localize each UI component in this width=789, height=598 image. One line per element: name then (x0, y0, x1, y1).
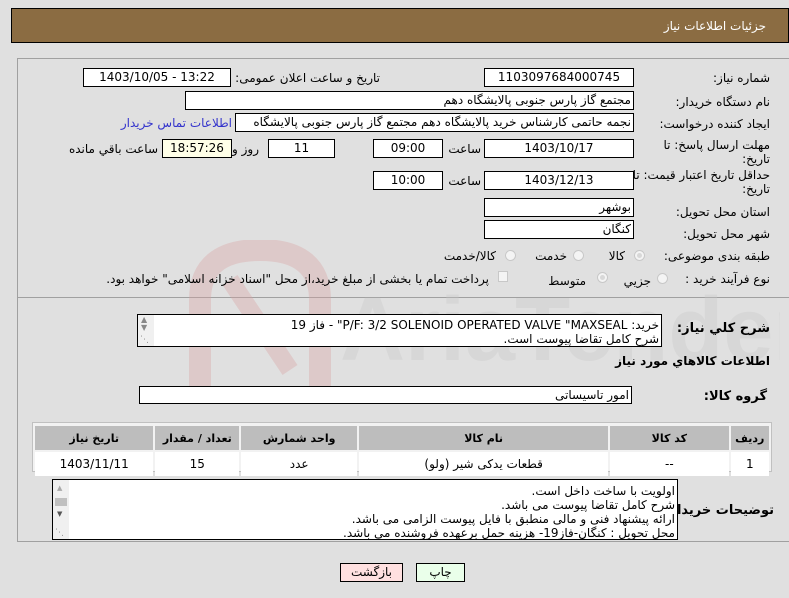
description-label: شرح كلي نياز: (676, 321, 770, 336)
deadline-date-field[interactable]: 1403/10/17 (484, 139, 634, 158)
time-remaining-label: ساعت باقي مانده (68, 142, 158, 156)
cell-code: -- (610, 452, 729, 476)
buyer-notes-scrollbar[interactable]: ▲ ▼ ⋱ (53, 480, 69, 539)
days-remaining-field[interactable]: 11 (268, 139, 335, 158)
category-label: طبقه بندی موضوعی: (663, 249, 770, 263)
scroll-down-icon[interactable]: ▼ (57, 510, 62, 518)
description-line-1: خرید: P/F: 3/2 SOLENOID OPERATED VALVE "… (290, 318, 659, 332)
items-section-title: اطلاعات كالاهاي مورد نياز (615, 354, 770, 368)
validity-label-1: حداقل تاریخ اعتبار قیمت: تا (632, 168, 770, 182)
items-table-header: ردیف کد کالا نام کالا واحد شمارش تعداد /… (35, 426, 769, 450)
scroll-thumb[interactable] (55, 498, 67, 506)
col-row: ردیف (730, 426, 769, 450)
city-label: شهر محل تحویل: (683, 227, 770, 241)
goods-group-field[interactable]: امور تاسیساتی (139, 386, 632, 404)
page-header: جزئیات اطلاعات نیاز (11, 8, 789, 43)
print-button[interactable]: چاپ (416, 563, 465, 582)
category-option-service: خدمت (535, 249, 567, 263)
purchase-type-option-medium: متوسط (548, 274, 586, 288)
purchase-type-label: نوع فرآیند خرید : (685, 272, 770, 286)
category-radio-goods[interactable] (634, 250, 645, 261)
validity-time-label: ساعت (448, 174, 481, 188)
province-field[interactable]: بوشهر (484, 198, 634, 217)
buyer-notes-line: شرح کامل تقاضا پیوست می باشد. (501, 498, 675, 512)
col-name: نام کالا (359, 426, 609, 450)
scroll-up-down-icon[interactable]: ▲ ▼ (141, 316, 147, 332)
buyer-notes-line: ارائه پیشنهاد فنی و مالی منطبق با فایل پ… (351, 512, 675, 526)
requester-field[interactable]: نجمه حاتمی کارشناس خرید پالایشگاه دهم مج… (235, 113, 634, 132)
buyer-org-label: نام دستگاه خریدار: (675, 95, 771, 109)
page-title: جزئیات اطلاعات نیاز (663, 19, 766, 33)
purchase-type-radio-minor[interactable] (657, 273, 668, 284)
resize-grip-icon[interactable]: ⋱ (55, 528, 64, 538)
days-label: روز و (232, 142, 259, 156)
buyer-notes-label: توضیحات خریدار: (664, 503, 774, 518)
announce-label: تاریخ و ساعت اعلان عمومی: (235, 71, 380, 85)
table-row[interactable]: 1 -- قطعات یدکی شیر (ولو) عدد 15 1403/11… (35, 452, 769, 476)
purchase-type-option-minor: جزیي (623, 274, 651, 288)
buyer-notes-textarea[interactable]: ▲ ▼ ⋱ اولویت با ساخت داخل است. شرح کامل … (52, 479, 678, 540)
category-radio-goods-service[interactable] (505, 250, 516, 261)
city-field[interactable]: کنگان (484, 220, 634, 239)
category-option-goods-service: کالا/خدمت (443, 249, 496, 263)
need-number-field[interactable]: 1103097684000745 (484, 68, 634, 87)
deadline-time-label: ساعت (448, 142, 481, 156)
time-remaining-field[interactable]: 18:57:26 (162, 139, 232, 158)
description-text: خرید: P/F: 3/2 SOLENOID OPERATED VALVE "… (291, 318, 659, 346)
resize-grip-icon[interactable]: ⋱ (140, 335, 149, 345)
need-number-label: شماره نیاز: (713, 71, 770, 85)
cell-name: قطعات یدکی شیر (ولو) (359, 452, 609, 476)
treasury-payment-checkbox[interactable] (498, 271, 508, 282)
deadline-label-2: تاریخ: (742, 152, 770, 166)
deadline-time-field[interactable]: 09:00 (373, 139, 443, 158)
items-table: ردیف کد کالا نام کالا واحد شمارش تعداد /… (33, 424, 771, 478)
validity-time-field[interactable]: 10:00 (373, 171, 443, 190)
goods-group-label: گروه کالا: (703, 389, 767, 404)
buyer-notes-line: محل تحویل : کنگان-فاز19- هزینه حمل برعهد… (343, 526, 675, 540)
cell-date: 1403/11/11 (35, 452, 154, 476)
category-radio-service[interactable] (573, 250, 584, 261)
scroll-up-icon[interactable]: ▲ (57, 484, 62, 492)
buyer-notes-line: اولویت با ساخت داخل است. (531, 484, 675, 498)
col-unit: واحد شمارش (241, 426, 358, 450)
col-qty: تعداد / مقدار (155, 426, 240, 450)
cell-unit: عدد (241, 452, 358, 476)
description-line-2: شرح کامل تقاضا پیوست است. (503, 332, 659, 346)
province-label: استان محل تحویل: (675, 205, 770, 219)
validity-date-field[interactable]: 1403/12/13 (484, 171, 634, 190)
validity-label-2: تاریخ: (742, 182, 770, 196)
buyer-org-field[interactable]: مجتمع گاز پارس جنوبی پالایشگاه دهم (185, 91, 634, 110)
deadline-label-1: مهلت ارسال پاسخ: تا (663, 138, 770, 152)
announce-field[interactable]: 1403/10/05 - 13:22 (83, 68, 231, 87)
category-option-goods: کالا (608, 249, 625, 263)
col-code: کد کالا (610, 426, 729, 450)
description-textarea[interactable]: ▲ ▼ ⋱ خرید: P/F: 3/2 SOLENOID OPERATED VA… (137, 314, 662, 347)
buyer-contact-link[interactable]: اطلاعات تماس خریدار (121, 116, 232, 130)
col-date: تاریخ نیاز (35, 426, 154, 450)
treasury-payment-note: پرداخت تمام یا بخشی از مبلغ خرید،از محل … (106, 272, 489, 286)
purchase-type-radio-medium[interactable] (597, 272, 608, 283)
description-scrollbar[interactable]: ▲ ▼ ⋱ (138, 315, 154, 346)
buyer-notes-text: اولویت با ساخت داخل است. شرح کامل تقاضا … (343, 484, 675, 540)
back-button[interactable]: بازگشت (340, 563, 403, 582)
cell-qty: 15 (155, 452, 240, 476)
cell-row: 1 (730, 452, 769, 476)
requester-label: ایجاد کننده درخواست: (659, 117, 770, 131)
